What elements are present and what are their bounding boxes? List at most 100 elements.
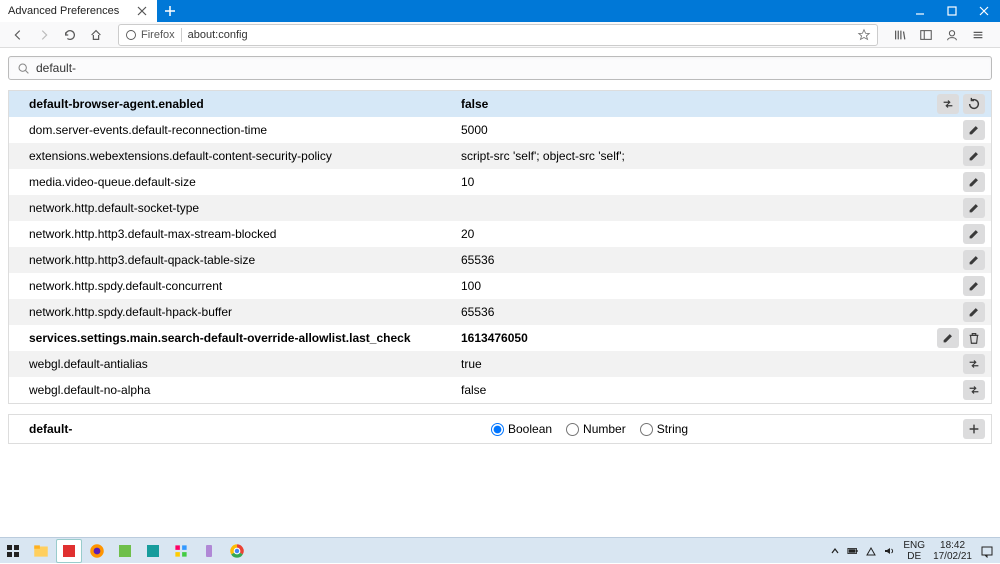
pref-value: false [459, 97, 935, 111]
reset-button[interactable] [963, 94, 985, 114]
pref-value: script-src 'self'; object-src 'self'; [459, 149, 935, 163]
add-pref-row: default- Boolean Number String [9, 415, 991, 443]
pref-row[interactable]: network.http.default-socket-type [9, 195, 991, 221]
close-tab-icon[interactable] [135, 4, 149, 18]
library-button[interactable] [888, 24, 912, 46]
pref-value: 65536 [459, 253, 935, 267]
pref-row[interactable]: webgl.default-no-alphafalse [9, 377, 991, 403]
identity-label: Firefox [141, 29, 175, 41]
pref-name: webgl.default-no-alpha [9, 383, 459, 397]
pref-name: network.http.spdy.default-hpack-buffer [9, 305, 459, 319]
minimize-button[interactable] [904, 0, 936, 22]
pref-row[interactable]: network.http.http3.default-qpack-table-s… [9, 247, 991, 273]
file-explorer-icon[interactable] [28, 539, 54, 563]
firefox-icon [125, 29, 137, 41]
app-icon-teal[interactable] [140, 539, 166, 563]
edit-button[interactable] [963, 120, 985, 140]
pref-row[interactable]: services.settings.main.search-default-ov… [9, 325, 991, 351]
taskbar-apps [26, 539, 250, 563]
pref-value: 10 [459, 175, 935, 189]
close-window-button[interactable] [968, 0, 1000, 22]
edit-button[interactable] [963, 302, 985, 322]
pref-name: extensions.webextensions.default-content… [9, 149, 459, 163]
pref-search-input[interactable]: default- [8, 56, 992, 80]
pref-name: network.http.http3.default-max-stream-bl… [9, 227, 459, 241]
menu-button[interactable] [966, 24, 990, 46]
edit-button[interactable] [963, 250, 985, 270]
pref-row[interactable]: default-browser-agent.enabledfalse [9, 91, 991, 117]
forward-button [32, 24, 56, 46]
pref-row[interactable]: dom.server-events.default-reconnection-t… [9, 117, 991, 143]
pref-name: default-browser-agent.enabled [9, 97, 459, 111]
pref-actions [935, 250, 991, 270]
radio-string[interactable]: String [640, 422, 688, 436]
toggle-button[interactable] [963, 354, 985, 374]
pref-row[interactable]: extensions.webextensions.default-content… [9, 143, 991, 169]
pref-actions [935, 94, 991, 114]
edit-button[interactable] [963, 172, 985, 192]
pref-name: services.settings.main.search-default-ov… [9, 331, 459, 345]
delete-button[interactable] [963, 328, 985, 348]
pref-actions [935, 276, 991, 296]
edit-button[interactable] [937, 328, 959, 348]
pref-value: 1613476050 [459, 331, 935, 345]
radio-boolean[interactable]: Boolean [491, 422, 552, 436]
app-icon-green[interactable] [112, 539, 138, 563]
edit-button[interactable] [963, 224, 985, 244]
tab-title: Advanced Preferences [8, 5, 119, 17]
back-button[interactable] [6, 24, 30, 46]
pref-value: true [459, 357, 935, 371]
new-tab-button[interactable] [157, 0, 183, 22]
about-config-content: default- default-browser-agent.enabledfa… [0, 48, 1000, 452]
pref-row[interactable]: network.http.spdy.default-hpack-buffer65… [9, 299, 991, 325]
url-bar[interactable]: Firefox about:config [118, 24, 878, 46]
start-button[interactable] [0, 538, 26, 564]
language-indicator[interactable]: ENG DE [903, 540, 925, 562]
add-pref-button[interactable] [963, 419, 985, 439]
clock[interactable]: 18:42 17/02/21 [933, 540, 972, 562]
system-tray: ENG DE 18:42 17/02/21 [829, 540, 1000, 562]
account-button[interactable] [940, 24, 964, 46]
app-icon-pixel[interactable] [168, 539, 194, 563]
pref-row[interactable]: webgl.default-antialiastrue [9, 351, 991, 377]
url-text: about:config [188, 29, 851, 41]
home-button[interactable] [84, 24, 108, 46]
notifications-icon[interactable] [980, 544, 994, 558]
identity-box[interactable]: Firefox [125, 29, 175, 41]
maximize-button[interactable] [936, 0, 968, 22]
pref-name: dom.server-events.default-reconnection-t… [9, 123, 459, 137]
pref-actions [935, 302, 991, 322]
pref-actions [935, 120, 991, 140]
toggle-button[interactable] [937, 94, 959, 114]
pref-value: 5000 [459, 123, 935, 137]
app-icon-red[interactable] [56, 539, 82, 563]
browser-tab[interactable]: Advanced Preferences [0, 0, 157, 22]
pref-value: 65536 [459, 305, 935, 319]
pref-row[interactable]: network.http.spdy.default-concurrent100 [9, 273, 991, 299]
app-icon-phone[interactable] [196, 539, 222, 563]
pref-row[interactable]: media.video-queue.default-size10 [9, 169, 991, 195]
edit-button[interactable] [963, 276, 985, 296]
battery-icon[interactable] [847, 545, 859, 557]
browser-tabs: Advanced Preferences [0, 0, 157, 22]
toggle-button[interactable] [963, 380, 985, 400]
titlebar: Advanced Preferences [0, 0, 1000, 22]
firefox-taskbar-icon[interactable] [84, 539, 110, 563]
pref-actions [935, 172, 991, 192]
bookmark-star-icon[interactable] [857, 28, 871, 42]
pref-row[interactable]: network.http.http3.default-max-stream-bl… [9, 221, 991, 247]
sidebar-button[interactable] [914, 24, 938, 46]
tray-up-icon[interactable] [829, 545, 841, 557]
sound-icon[interactable] [883, 545, 895, 557]
network-icon[interactable] [865, 545, 877, 557]
search-icon [17, 62, 30, 75]
reload-button[interactable] [58, 24, 82, 46]
browser-toolbar: Firefox about:config [0, 22, 1000, 48]
pref-value: false [459, 383, 935, 397]
radio-number[interactable]: Number [566, 422, 626, 436]
chrome-taskbar-icon[interactable] [224, 539, 250, 563]
pref-list: default-browser-agent.enabledfalsedom.se… [8, 90, 992, 404]
edit-button[interactable] [963, 198, 985, 218]
edit-button[interactable] [963, 146, 985, 166]
pref-name: network.http.http3.default-qpack-table-s… [9, 253, 459, 267]
